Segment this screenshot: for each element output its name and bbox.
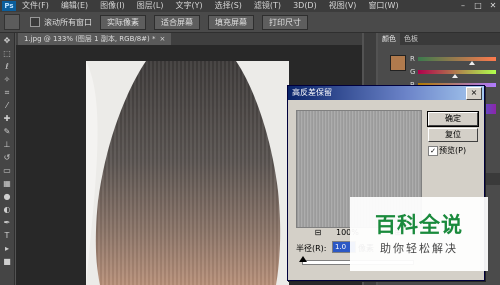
tab-swatches[interactable]: 色板 (400, 33, 422, 45)
radius-slider-knob[interactable] (299, 256, 307, 262)
document-tab[interactable]: 1.jpg @ 133% (图层 1 副本, RGB/8#) * × (18, 33, 172, 45)
menu-layer[interactable]: 图层(L) (137, 0, 164, 12)
menu-3d[interactable]: 3D(D) (293, 0, 317, 12)
menu-file[interactable]: 文件(F) (22, 0, 49, 12)
crop-tool-icon[interactable]: ⌗ (2, 88, 12, 98)
menu-edit[interactable]: 编辑(E) (61, 0, 88, 12)
zoom-out-icon[interactable]: ⊟ (314, 229, 322, 237)
blur-tool-icon[interactable]: ● (2, 192, 12, 202)
close-tab-icon[interactable]: × (160, 35, 166, 43)
slider-red[interactable]: R (410, 55, 496, 65)
marquee-tool-icon[interactable]: ⬚ (2, 49, 12, 59)
actual-pixels-button[interactable]: 实际像素 (100, 14, 146, 30)
type-tool-icon[interactable]: T (2, 231, 12, 241)
stamp-tool-icon[interactable]: ⊥ (2, 140, 12, 150)
menu-window[interactable]: 窗口(W) (368, 0, 398, 12)
move-tool-icon[interactable]: ✥ (2, 36, 12, 46)
shape-tool-icon[interactable]: ■ (2, 257, 12, 267)
menu-bar: Ps 文件(F) 编辑(E) 图像(I) 图层(L) 文字(Y) 选择(S) 滤… (0, 0, 500, 12)
slider-red-knob[interactable] (468, 61, 475, 65)
fill-screen-button[interactable]: 填充屏幕 (208, 14, 254, 30)
pen-tool-icon[interactable]: ✒ (2, 218, 12, 228)
gradient-tool-icon[interactable]: ▦ (2, 179, 12, 189)
scroll-all-checkbox[interactable] (30, 17, 40, 27)
preview-checkbox[interactable]: ✓ (428, 146, 438, 156)
document-tab-bar: 1.jpg @ 133% (图层 1 副本, RGB/8#) * × (16, 33, 362, 45)
tab-color[interactable]: 颜色 (378, 33, 400, 45)
baike-watermark: 百科全说 助你轻松解决 (350, 197, 488, 271)
menu-image[interactable]: 图像(I) (100, 0, 125, 12)
dialog-titlebar[interactable]: 高反差保留 × (288, 86, 484, 100)
preview-checkbox-label: 预览(P) (439, 146, 467, 155)
healing-brush-tool-icon[interactable]: ✚ (2, 114, 12, 124)
watermark-subtitle: 助你轻松解决 (380, 242, 458, 255)
toolbox: ✥ ⬚ ℓ ✧ ⌗ ⁄ ✚ ✎ ⊥ ↺ ▭ ▦ ● ◐ ✒ T ▸ ■ (0, 33, 15, 285)
close-icon[interactable]: ✕ (486, 0, 500, 12)
slider-red-track[interactable] (418, 57, 496, 61)
brush-tool-icon[interactable]: ✎ (2, 127, 12, 137)
menu-type[interactable]: 文字(Y) (175, 0, 202, 12)
slider-red-label: R (410, 55, 415, 63)
foreground-color-swatch[interactable] (390, 55, 406, 71)
print-size-button[interactable]: 打印尺寸 (262, 14, 308, 30)
reset-button[interactable]: 复位 (428, 128, 478, 142)
maximize-icon[interactable]: □ (471, 0, 485, 12)
menu-select[interactable]: 选择(S) (215, 0, 242, 12)
slider-green-knob[interactable] (452, 74, 459, 78)
eyedropper-tool-icon[interactable]: ⁄ (2, 101, 12, 111)
slider-green[interactable]: G (410, 68, 496, 78)
hair-photo (86, 61, 289, 285)
fit-screen-button[interactable]: 适合屏幕 (154, 14, 200, 30)
eraser-tool-icon[interactable]: ▭ (2, 166, 12, 176)
slider-green-label: G (410, 68, 416, 76)
minimize-icon[interactable]: – (456, 0, 470, 12)
lasso-tool-icon[interactable]: ℓ (2, 62, 12, 72)
dodge-tool-icon[interactable]: ◐ (2, 205, 12, 215)
dialog-close-icon[interactable]: × (466, 87, 482, 100)
watermark-title: 百科全说 (375, 213, 463, 237)
options-bar: 滚动所有窗口 实际像素 适合屏幕 填充屏幕 打印尺寸 (0, 12, 500, 33)
radius-label: 半径(R): (296, 244, 327, 253)
ok-button[interactable]: 确定 (427, 111, 479, 127)
scroll-all-label: 滚动所有窗口 (44, 17, 92, 27)
path-selection-tool-icon[interactable]: ▸ (2, 244, 12, 254)
photoshop-logo: Ps (2, 1, 16, 11)
history-brush-tool-icon[interactable]: ↺ (2, 153, 12, 163)
dialog-title: 高反差保留 (292, 88, 332, 97)
hand-tool-icon[interactable] (4, 14, 20, 30)
menu-filter[interactable]: 滤镜(T) (254, 0, 281, 12)
magic-wand-tool-icon[interactable]: ✧ (2, 75, 12, 85)
menu-view[interactable]: 视图(V) (329, 0, 357, 12)
document-tab-title: 1.jpg @ 133% (图层 1 副本, RGB/8#) * (24, 35, 156, 43)
